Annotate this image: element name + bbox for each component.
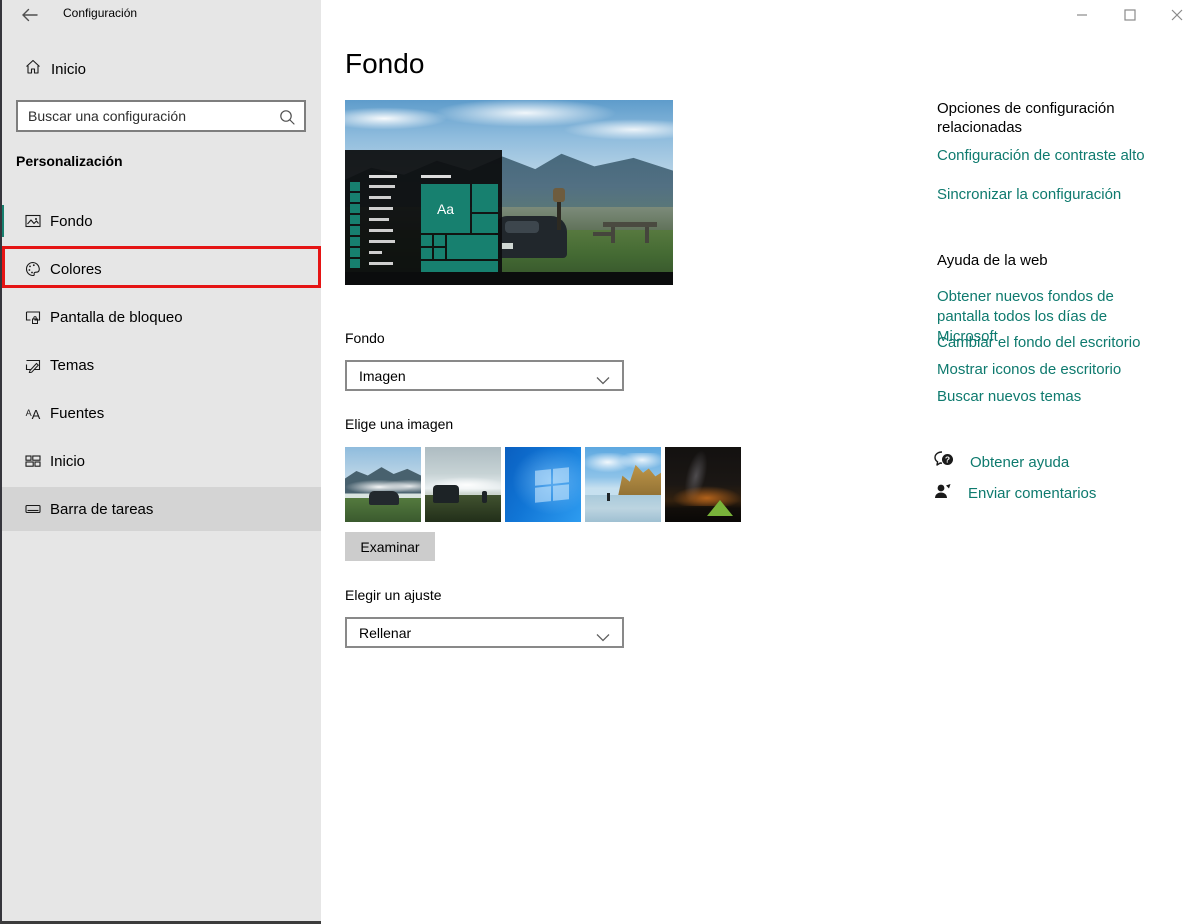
feedback-icon bbox=[933, 481, 953, 506]
link-sync-settings[interactable]: Sincronizar la configuración bbox=[937, 185, 1121, 205]
sidebar: Configuración Inicio Personalización Fon… bbox=[0, 0, 321, 924]
settings-window: Configuración Inicio Personalización Fon… bbox=[0, 0, 1201, 924]
search-box bbox=[16, 100, 306, 132]
themes-icon bbox=[25, 357, 41, 373]
taskbar-icon bbox=[25, 501, 41, 517]
start-menu-lines bbox=[369, 185, 395, 265]
sidebar-item-home[interactable]: Inicio bbox=[25, 57, 86, 81]
thumbnail-night-tent[interactable] bbox=[665, 447, 741, 522]
window-controls bbox=[1058, 0, 1201, 30]
link-find-new-themes[interactable]: Buscar nuevos temas bbox=[937, 387, 1081, 407]
start-tile bbox=[472, 184, 498, 212]
thumbnail-windows-blue[interactable] bbox=[505, 447, 581, 522]
start-tile bbox=[434, 248, 445, 259]
fit-dropdown-label: Elegir un ajuste bbox=[345, 587, 442, 603]
sidebar-item-label: Fuentes bbox=[50, 404, 105, 422]
app-title: Configuración bbox=[63, 6, 138, 20]
sidebar-home-label: Inicio bbox=[51, 60, 87, 78]
link-change-desktop-background[interactable]: Cambiar el fondo del escritorio bbox=[937, 333, 1140, 353]
page-title: Fondo bbox=[345, 48, 425, 79]
minimize-icon bbox=[1076, 14, 1087, 16]
sidebar-item-label: Inicio bbox=[50, 452, 86, 470]
start-tile-aa: Aa bbox=[421, 184, 470, 233]
windows-logo bbox=[535, 467, 569, 503]
fit-select[interactable]: Rellenar bbox=[345, 617, 624, 648]
home-icon bbox=[25, 59, 41, 80]
browse-button[interactable]: Examinar bbox=[345, 532, 435, 561]
start-menu-preview: Aa bbox=[345, 150, 502, 272]
choose-image-label: Elige una imagen bbox=[345, 416, 454, 432]
sidebar-item-colores[interactable]: Colores bbox=[0, 247, 321, 291]
minimize-button[interactable] bbox=[1058, 0, 1106, 30]
thumbnail-car-clouds[interactable] bbox=[425, 447, 501, 522]
send-feedback-row[interactable]: Enviar comentarios bbox=[933, 481, 1096, 506]
link-high-contrast[interactable]: Configuración de contraste alto bbox=[937, 146, 1145, 166]
help-icon: ? bbox=[933, 450, 955, 475]
close-icon bbox=[1171, 9, 1183, 21]
thumbnail-beach-rocks[interactable] bbox=[585, 447, 661, 522]
image-thumbnails bbox=[345, 447, 741, 522]
start-tiles-icon bbox=[25, 453, 41, 469]
web-help-title: Ayuda de la web bbox=[937, 252, 1048, 269]
sidebar-item-label: Colores bbox=[50, 260, 102, 278]
background-type-value: Imagen bbox=[359, 367, 406, 384]
send-feedback-label: Enviar comentarios bbox=[968, 485, 1097, 502]
sidebar-section-title: Personalización bbox=[16, 153, 123, 169]
start-tile bbox=[421, 261, 498, 272]
window-left-border bbox=[0, 0, 2, 924]
thumbnail-car-mountains[interactable] bbox=[345, 447, 421, 522]
start-rail-tiles bbox=[350, 182, 360, 268]
start-tile bbox=[421, 235, 432, 246]
sidebar-item-label: Pantalla de bloqueo bbox=[50, 308, 183, 326]
sidebar-item-fondo[interactable]: Fondo bbox=[0, 199, 321, 243]
background-dropdown-label: Fondo bbox=[345, 330, 385, 346]
preview-picnic-table bbox=[593, 222, 657, 244]
start-tile bbox=[447, 235, 498, 259]
close-button[interactable] bbox=[1153, 0, 1201, 30]
maximize-icon bbox=[1123, 9, 1136, 21]
maximize-button[interactable] bbox=[1106, 0, 1154, 30]
lock-screen-icon bbox=[25, 309, 41, 325]
search-input[interactable] bbox=[18, 102, 304, 130]
sidebar-item-temas[interactable]: Temas bbox=[0, 343, 321, 387]
svg-text:?: ? bbox=[945, 455, 950, 465]
link-show-desktop-icons[interactable]: Mostrar iconos de escritorio bbox=[937, 360, 1121, 380]
sidebar-item-label: Fondo bbox=[50, 212, 93, 230]
sidebar-item-label: Temas bbox=[50, 356, 95, 374]
start-tile bbox=[434, 235, 445, 246]
sidebar-item-pantalla-de-bloqueo[interactable]: Pantalla de bloqueo bbox=[0, 295, 321, 339]
start-header-line bbox=[369, 175, 397, 178]
preview-taskbar bbox=[345, 272, 673, 285]
back-arrow-icon bbox=[21, 8, 38, 25]
preview-scarecrow bbox=[553, 188, 565, 230]
fonts-icon: AA bbox=[25, 406, 41, 422]
start-tile bbox=[472, 214, 498, 233]
sidebar-item-fuentes[interactable]: AA Fuentes bbox=[0, 391, 321, 435]
start-tile bbox=[421, 248, 432, 259]
search-icon bbox=[278, 108, 296, 131]
start-group-line bbox=[421, 175, 451, 178]
get-help-label: Obtener ayuda bbox=[970, 454, 1070, 471]
sidebar-item-barra-de-tareas[interactable]: Barra de tareas bbox=[0, 487, 321, 531]
background-type-select[interactable]: Imagen bbox=[345, 360, 624, 391]
get-help-row[interactable]: ? Obtener ayuda bbox=[933, 450, 1069, 475]
back-button[interactable] bbox=[14, 3, 44, 29]
chevron-down-icon bbox=[596, 629, 610, 647]
image-icon bbox=[25, 213, 41, 229]
related-settings-title: Opciones de configuración relacionadas bbox=[937, 100, 1115, 136]
background-preview: Aa bbox=[345, 100, 673, 285]
sidebar-item-inicio-start[interactable]: Inicio bbox=[0, 439, 321, 483]
fit-value: Rellenar bbox=[359, 624, 412, 641]
sidebar-item-label: Barra de tareas bbox=[50, 500, 154, 518]
palette-icon bbox=[25, 261, 41, 277]
chevron-down-icon bbox=[596, 372, 610, 390]
